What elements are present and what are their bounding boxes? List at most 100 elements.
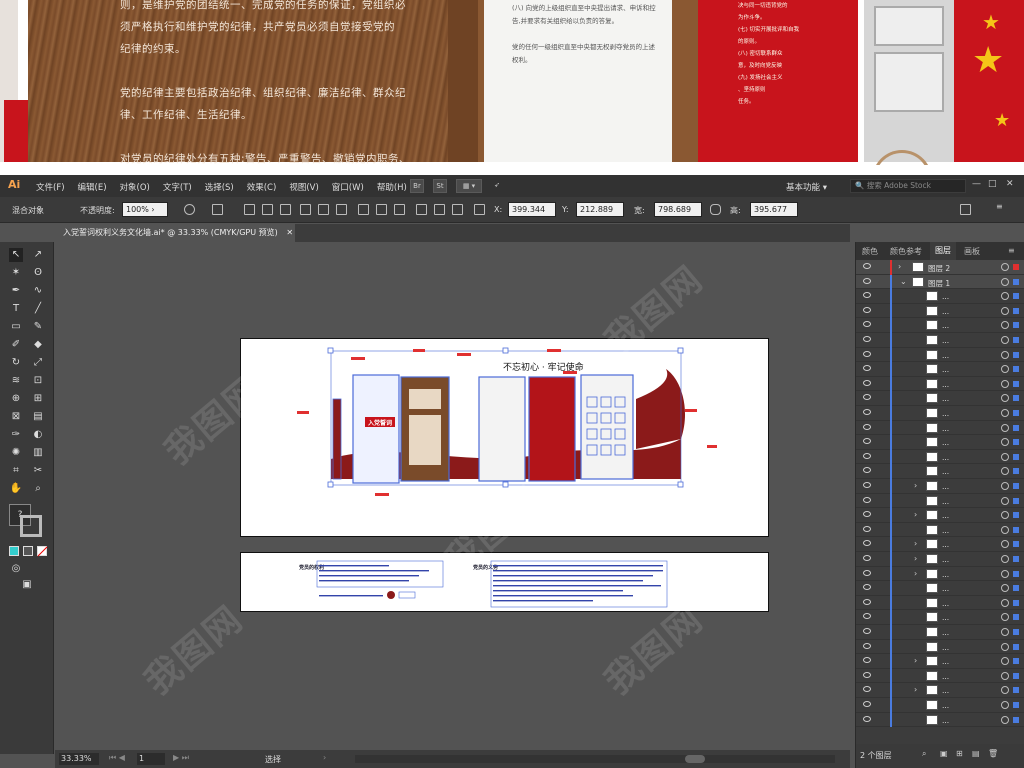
zoom-tool-icon[interactable]: ⌕: [31, 482, 45, 496]
mesh-tool-icon[interactable]: ⊠: [9, 410, 23, 424]
target-circle-icon[interactable]: [1001, 365, 1009, 374]
visibility-eye-icon[interactable]: [863, 423, 871, 430]
visibility-eye-icon[interactable]: [863, 452, 871, 459]
shape-builder-tool-icon[interactable]: ⊕: [9, 392, 23, 406]
target-circle-icon[interactable]: [1001, 686, 1009, 695]
graph-tool-icon[interactable]: ▥: [31, 446, 45, 460]
align-right-icon[interactable]: [280, 204, 291, 215]
status-menu-icon[interactable]: ›: [323, 753, 326, 762]
hand-tool-icon[interactable]: ✋: [9, 482, 23, 496]
target-circle-icon[interactable]: [1001, 409, 1009, 417]
sublayer-name[interactable]: ...: [942, 292, 949, 301]
distribute-middle-icon[interactable]: [376, 204, 387, 215]
selection-tool-icon[interactable]: ↖: [9, 248, 23, 262]
sublayer-name[interactable]: ...: [942, 409, 949, 418]
target-circle-icon[interactable]: [1001, 715, 1009, 724]
opacity-field[interactable]: 100% ›: [122, 202, 168, 217]
target-circle-icon[interactable]: [1001, 540, 1009, 549]
sublayer-name[interactable]: ...: [942, 716, 949, 725]
sublayer-name[interactable]: ...: [942, 394, 949, 403]
sublayer-name[interactable]: ...: [942, 336, 949, 345]
visibility-eye-icon[interactable]: [863, 686, 871, 693]
sublayer-row[interactable]: ...: [856, 639, 1024, 655]
horizontal-scrollbar[interactable]: [355, 755, 835, 763]
minimize-button[interactable]: —: [972, 179, 981, 189]
sublayer-name[interactable]: ...: [942, 321, 949, 330]
target-circle-icon[interactable]: [1001, 467, 1009, 476]
target-circle-icon[interactable]: [1001, 394, 1009, 403]
sublayer-name[interactable]: ...: [942, 628, 949, 637]
target-circle-icon[interactable]: [1001, 452, 1009, 461]
visibility-eye-icon[interactable]: [863, 525, 871, 532]
zoom-field[interactable]: 33.33%: [59, 753, 99, 765]
chevron-right-icon[interactable]: ›: [914, 685, 917, 694]
visibility-eye-icon[interactable]: [863, 277, 871, 284]
visibility-eye-icon[interactable]: [863, 511, 871, 518]
visibility-eye-icon[interactable]: [863, 409, 871, 415]
menu-item[interactable]: 视图(V): [289, 181, 318, 193]
menu-item[interactable]: 编辑(E): [78, 181, 107, 193]
chevron-down-icon[interactable]: ⌄: [900, 277, 907, 286]
sublayer-row[interactable]: ›...: [856, 654, 1024, 669]
sublayer-row[interactable]: ...: [856, 406, 1024, 421]
visibility-eye-icon[interactable]: [863, 569, 871, 576]
sublayer-row[interactable]: ...: [856, 698, 1024, 713]
rectangle-tool-icon[interactable]: ▭: [9, 320, 23, 334]
transform-options-icon[interactable]: [960, 204, 971, 215]
artboard-main[interactable]: 入党誓词 不忘初心 · 牢记使命: [240, 338, 769, 537]
x-field[interactable]: 399.344: [508, 202, 556, 217]
sublayer-row[interactable]: ...: [856, 318, 1024, 333]
sublayer-name[interactable]: ...: [942, 613, 949, 622]
chevron-right-icon[interactable]: ›: [914, 481, 917, 490]
tab-color-guide[interactable]: 颜色参考: [890, 246, 922, 257]
delete-layer-icon[interactable]: 🗑: [988, 749, 998, 758]
visibility-eye-icon[interactable]: [863, 701, 871, 707]
visibility-eye-icon[interactable]: [863, 292, 871, 299]
arrange-documents-icon[interactable]: ▦ ▾: [456, 179, 482, 193]
menu-item[interactable]: 帮助(H): [377, 181, 407, 193]
align-bottom-icon[interactable]: [336, 204, 347, 215]
visibility-eye-icon[interactable]: [863, 671, 871, 678]
sublayer-name[interactable]: ...: [942, 643, 949, 652]
stroke-swatch[interactable]: [20, 515, 42, 537]
workspace-switcher[interactable]: 基本功能 ▾: [786, 181, 827, 193]
menu-item[interactable]: 对象(O): [120, 181, 150, 193]
scale-tool-icon[interactable]: ⤢: [31, 356, 45, 370]
visibility-eye-icon[interactable]: [863, 336, 871, 342]
align-center-icon[interactable]: [262, 204, 273, 215]
sublayer-name[interactable]: ...: [942, 453, 949, 462]
blend-tool-icon[interactable]: ◐: [31, 428, 45, 442]
make-clipping-mask-icon[interactable]: ▣: [940, 749, 948, 758]
reference-point-icon[interactable]: [474, 204, 485, 215]
width-field[interactable]: 798.689: [654, 202, 702, 217]
chevron-right-icon[interactable]: ›: [914, 510, 917, 519]
eyedropper-tool-icon[interactable]: ✑: [9, 428, 23, 442]
sublayer-row[interactable]: ...: [856, 333, 1024, 348]
artboard-tool-icon[interactable]: ⌗: [9, 464, 23, 478]
sublayer-name[interactable]: ...: [942, 497, 949, 506]
artboard-text[interactable]: 党员的权利 党员的义务: [240, 552, 769, 612]
target-circle-icon[interactable]: [1001, 569, 1009, 578]
sublayer-name[interactable]: ...: [942, 526, 949, 535]
gpu-performance-icon[interactable]: ➶: [490, 179, 504, 193]
sublayer-name[interactable]: ...: [942, 467, 949, 476]
sublayer-name[interactable]: ...: [942, 657, 949, 666]
artboard-number-field[interactable]: 1: [137, 753, 165, 765]
sublayer-row[interactable]: ...: [856, 610, 1024, 625]
close-button[interactable]: ✕: [1006, 179, 1014, 189]
sublayer-row[interactable]: ...: [856, 625, 1024, 640]
eraser-tool-icon[interactable]: ◆: [31, 338, 45, 352]
sublayer-name[interactable]: ...: [942, 482, 949, 491]
paintbrush-tool-icon[interactable]: ✎: [31, 320, 45, 334]
visibility-eye-icon[interactable]: [863, 467, 871, 474]
maximize-button[interactable]: □: [988, 179, 997, 189]
screen-mode-icon[interactable]: ▣: [20, 578, 34, 592]
line-tool-icon[interactable]: ╱: [31, 302, 45, 316]
target-circle-icon[interactable]: [1001, 657, 1009, 666]
visibility-eye-icon[interactable]: [863, 306, 871, 313]
recolor-artwork-icon[interactable]: [184, 204, 195, 215]
panel-menu-icon[interactable]: ≡: [1008, 246, 1015, 255]
target-circle-icon[interactable]: [1001, 555, 1009, 563]
visibility-eye-icon[interactable]: [863, 613, 871, 620]
gradient-mode-icon[interactable]: [23, 546, 33, 556]
